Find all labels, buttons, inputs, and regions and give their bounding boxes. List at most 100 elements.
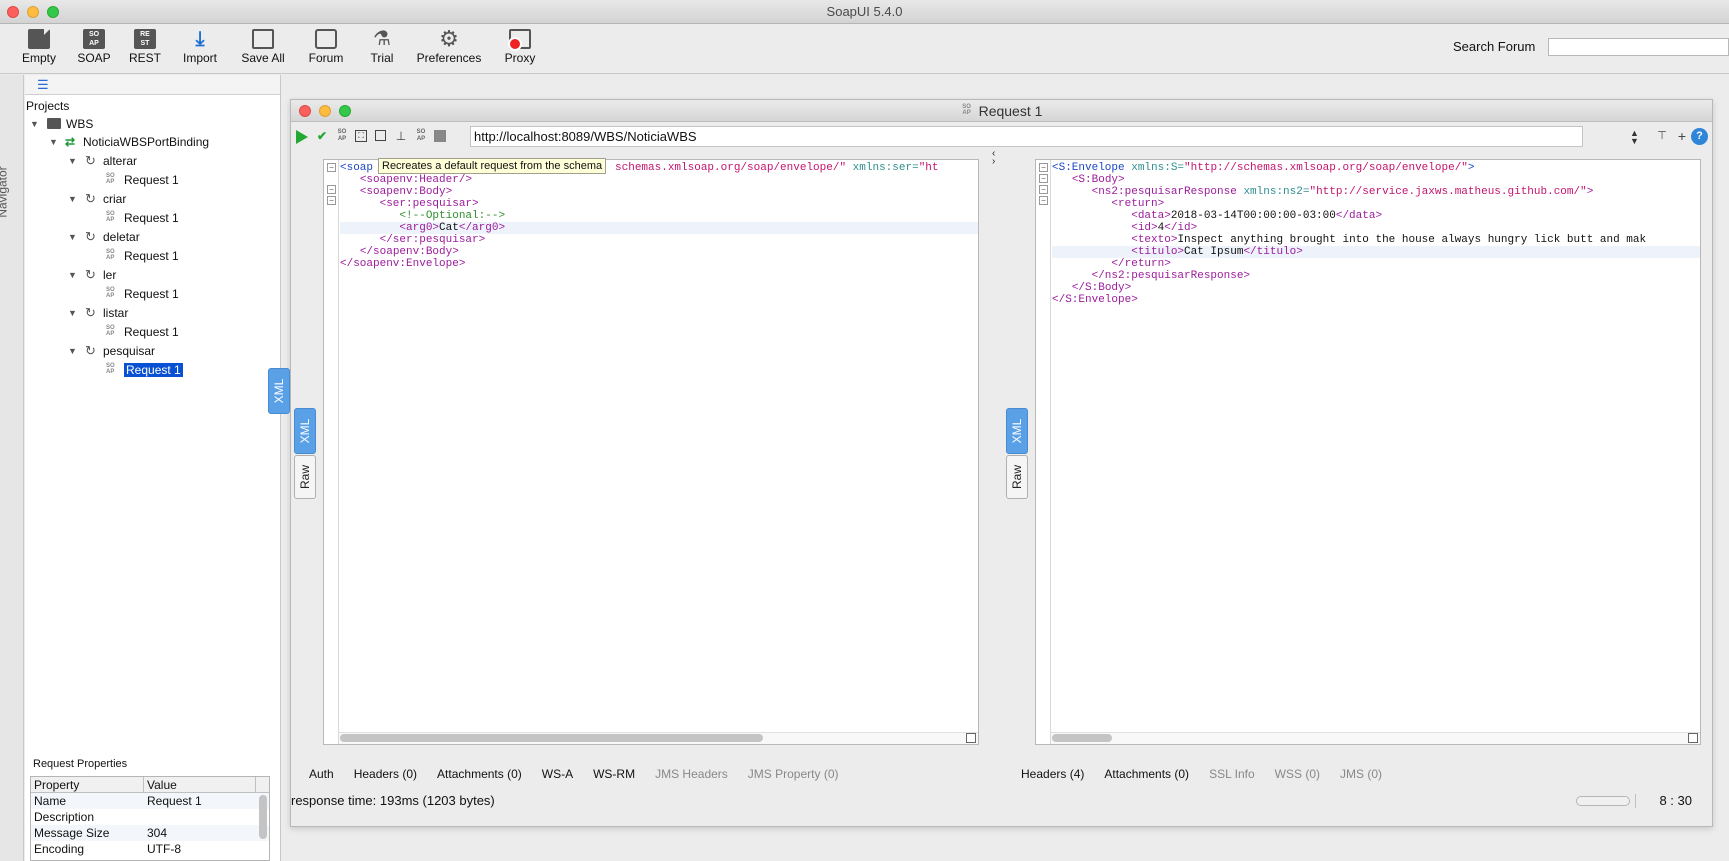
search-forum-input[interactable] bbox=[1548, 38, 1729, 56]
expand-triangle-icon[interactable]: ▼ bbox=[68, 342, 78, 360]
trial-button[interactable]: ⚗ Trial bbox=[363, 27, 401, 71]
tab-request-headers[interactable]: Headers (0) bbox=[354, 763, 417, 785]
tree-binding[interactable]: ▼ ⇄ NoticiaWBSPortBinding bbox=[25, 133, 281, 151]
tab-request-raw[interactable]: Raw bbox=[294, 455, 316, 499]
save-all-button[interactable]: Save All bbox=[240, 27, 286, 71]
zoom-corner-icon[interactable] bbox=[1688, 733, 1698, 743]
square-icon[interactable] bbox=[375, 130, 386, 141]
request-properties-table[interactable]: Property Value Name Request 1 Description… bbox=[30, 776, 270, 861]
clone-soap-icon[interactable]: SO AP bbox=[414, 129, 428, 143]
tab-response-raw[interactable]: Raw bbox=[1006, 455, 1028, 499]
zoom-corner-icon[interactable] bbox=[966, 733, 976, 743]
recreate-request-icon[interactable]: ⛶ bbox=[355, 130, 367, 142]
tab-response-xml[interactable]: XML bbox=[1006, 408, 1028, 454]
fold-toggle-icon[interactable]: − bbox=[327, 196, 336, 205]
tab-request-attachments[interactable]: Attachments (0) bbox=[437, 763, 522, 785]
endpoint-url-input[interactable] bbox=[470, 126, 1583, 147]
tab-ssl-info[interactable]: SSL Info bbox=[1209, 763, 1255, 785]
forum-button[interactable]: Forum bbox=[306, 27, 346, 71]
horizontal-scroll-track[interactable] bbox=[1051, 732, 1700, 744]
tree-operation-ler[interactable]: ▼ ↻ ler bbox=[25, 266, 281, 284]
fold-toggle-icon[interactable]: − bbox=[1039, 196, 1048, 205]
layout-icon[interactable]: ⊤ bbox=[1655, 129, 1669, 143]
table-row[interactable]: Name Request 1 bbox=[31, 793, 269, 809]
table-row[interactable]: Description bbox=[31, 809, 269, 825]
tab-jms[interactable]: JMS (0) bbox=[1340, 763, 1382, 785]
status-divider bbox=[1635, 794, 1636, 808]
zoom-request-window-button[interactable] bbox=[339, 105, 351, 117]
minimize-request-window-button[interactable] bbox=[319, 105, 331, 117]
response-subtabs: Headers (4) Attachments (0) SSL Info WSS… bbox=[1021, 763, 1402, 785]
stop-icon[interactable] bbox=[434, 130, 446, 142]
run-icon[interactable] bbox=[296, 130, 308, 144]
url-dropdown-icon[interactable]: ▲ ▼ bbox=[1630, 129, 1639, 146]
tree-request-criar[interactable]: SO AP Request 1 bbox=[25, 209, 281, 227]
fold-toggle-icon[interactable]: − bbox=[1039, 174, 1048, 183]
expand-triangle-icon[interactable]: ▼ bbox=[30, 115, 40, 133]
properties-scrollbar[interactable] bbox=[259, 795, 267, 839]
tab-jms-headers[interactable]: JMS Headers bbox=[655, 763, 728, 785]
split-icon[interactable]: + bbox=[1675, 129, 1689, 143]
minimize-window-button[interactable] bbox=[27, 6, 39, 18]
expand-triangle-icon[interactable]: ▼ bbox=[49, 133, 59, 151]
tree-request-ler[interactable]: SO AP Request 1 bbox=[25, 285, 281, 303]
expand-triangle-icon[interactable]: ▼ bbox=[68, 190, 78, 208]
tab-request-xml[interactable]: XML bbox=[294, 408, 316, 454]
splitter-arrows-icon[interactable]: ‹ › bbox=[992, 149, 995, 167]
expand-triangle-icon[interactable]: ▼ bbox=[68, 304, 78, 322]
soap-request-icon: SO AP bbox=[962, 104, 971, 116]
projects-root[interactable]: Projects bbox=[26, 97, 69, 115]
fold-toggle-icon[interactable]: − bbox=[327, 163, 336, 172]
import-button[interactable]: ⤓ Import bbox=[180, 27, 220, 71]
close-request-window-button[interactable] bbox=[299, 105, 311, 117]
tab-ws-a[interactable]: WS-A bbox=[542, 763, 573, 785]
horizontal-scrollbar[interactable] bbox=[340, 734, 763, 742]
soap-project-button[interactable]: SO AP SOAP bbox=[76, 27, 112, 71]
table-row[interactable]: Message Size 304 bbox=[31, 825, 269, 841]
help-icon[interactable]: ? bbox=[1691, 128, 1708, 145]
proxy-button[interactable]: Proxy bbox=[502, 27, 538, 71]
tree-request-listar[interactable]: SO AP Request 1 bbox=[25, 323, 281, 341]
close-window-button[interactable] bbox=[7, 6, 19, 18]
navigator-vertical-tab[interactable]: Navigator bbox=[0, 75, 24, 861]
tree-operation-listar[interactable]: ▼ ↻ listar bbox=[25, 304, 281, 322]
expand-triangle-icon[interactable]: ▼ bbox=[68, 152, 78, 170]
tree-project-wbs[interactable]: ▼ WBS bbox=[25, 115, 281, 133]
rest-project-button[interactable]: RE ST REST bbox=[128, 27, 162, 71]
code-line: <id>4</id> bbox=[1131, 222, 1198, 234]
tab-response-attachments[interactable]: Attachments (0) bbox=[1104, 763, 1189, 785]
empty-project-button[interactable]: Empty bbox=[20, 27, 58, 71]
tab-jms-property[interactable]: JMS Property (0) bbox=[748, 763, 839, 785]
horizontal-scrollbar[interactable] bbox=[1052, 734, 1112, 742]
tree-operation-alterar[interactable]: ▼ ↻ alterar bbox=[25, 152, 281, 170]
expand-triangle-icon[interactable]: ▼ bbox=[68, 266, 78, 284]
fold-toggle-icon[interactable]: − bbox=[327, 185, 336, 194]
tree-request-pesquisar-selected[interactable]: SO AP Request 1 bbox=[25, 361, 281, 379]
tree-request-alterar[interactable]: SO AP Request 1 bbox=[25, 171, 281, 189]
tab-request-xml[interactable]: XML bbox=[268, 368, 290, 414]
list-view-icon[interactable]: ☰ bbox=[37, 78, 49, 91]
column-header-value[interactable]: Value bbox=[144, 777, 256, 792]
soap-action-icon[interactable]: SO AP bbox=[335, 129, 349, 143]
table-row[interactable]: Encoding UTF-8 bbox=[31, 841, 269, 857]
tab-auth[interactable]: Auth bbox=[309, 763, 334, 785]
preferences-button[interactable]: ⚙ Preferences bbox=[416, 27, 482, 71]
fold-toggle-icon[interactable]: − bbox=[1039, 185, 1048, 194]
zoom-window-button[interactable] bbox=[47, 6, 59, 18]
tab-ws-rm[interactable]: WS-RM bbox=[593, 763, 635, 785]
tree-operation-deletar[interactable]: ▼ ↻ deletar bbox=[25, 228, 281, 246]
response-xml-editor[interactable]: − − − − <S:Envelope xmlns:S="http://sche… bbox=[1035, 159, 1701, 745]
expand-triangle-icon[interactable]: ▼ bbox=[68, 228, 78, 246]
column-header-property[interactable]: Property bbox=[31, 777, 144, 792]
tree-operation-pesquisar[interactable]: ▼ ↻ pesquisar bbox=[25, 342, 281, 360]
code-line: <soapenv:Body> bbox=[359, 186, 453, 198]
request-xml-editor[interactable]: − − − <soap schemas.xmlsoap.org/soap/enve… bbox=[323, 159, 979, 745]
tab-wss[interactable]: WSS (0) bbox=[1275, 763, 1320, 785]
validate-check-icon[interactable]: ✔ bbox=[315, 129, 329, 143]
tree-operation-criar[interactable]: ▼ ↻ criar bbox=[25, 190, 281, 208]
fold-toggle-icon[interactable]: − bbox=[1039, 163, 1048, 172]
tree-request-deletar[interactable]: SO AP Request 1 bbox=[25, 247, 281, 265]
code-line: <ns2:pesquisarResponse xmlns:ns2="http:/… bbox=[1091, 186, 1594, 198]
stamp-icon[interactable]: ⊥ bbox=[394, 129, 408, 143]
tab-response-headers[interactable]: Headers (4) bbox=[1021, 763, 1084, 785]
